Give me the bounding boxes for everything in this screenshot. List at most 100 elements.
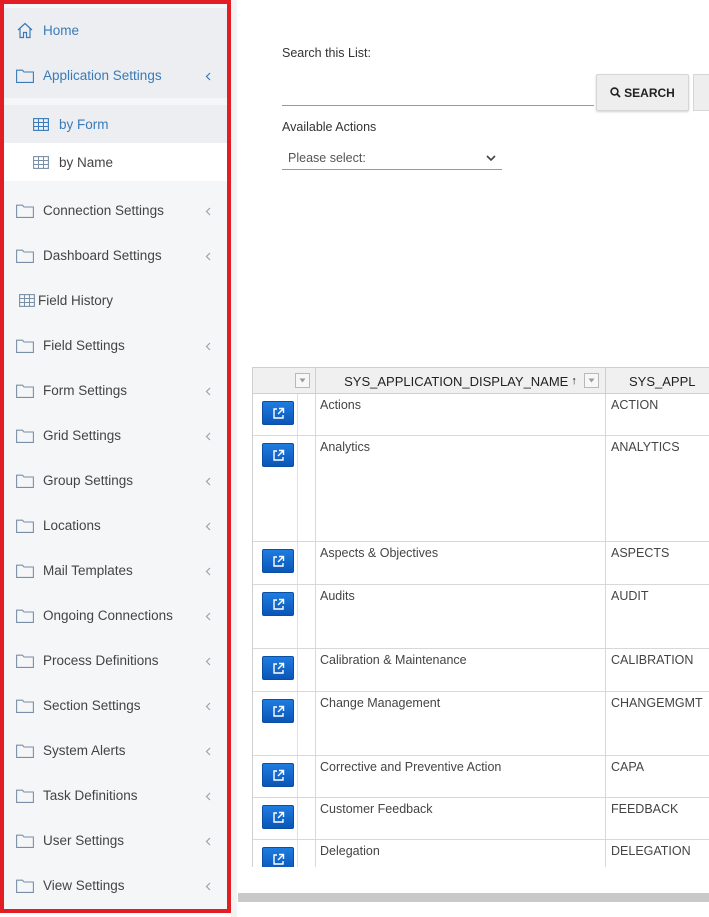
- chevron-left-icon: [203, 882, 213, 892]
- display-name-cell: Aspects & Objectives: [316, 542, 606, 584]
- folder-icon: [16, 67, 34, 85]
- sidebar-item-by-name[interactable]: by Name: [4, 143, 227, 181]
- sys-appl-cell: AUDIT: [611, 589, 649, 603]
- data-grid: SYS_APPLICATION_DISPLAY_NAME ↑ SYS_APPL …: [252, 367, 709, 867]
- open-record-button[interactable]: [262, 847, 294, 867]
- sys-appl-cell: ACTION: [611, 398, 659, 412]
- sidebar-item-connection-settings[interactable]: Connection Settings: [4, 188, 227, 233]
- display-name-cell: Actions: [316, 394, 606, 435]
- row-gutter-cell: [298, 840, 316, 867]
- open-record-button[interactable]: [262, 549, 294, 573]
- sidebar-item-label: by Name: [59, 154, 114, 170]
- sidebar-item-ongoing-connections[interactable]: Ongoing Connections: [4, 593, 227, 638]
- row-gutter-cell: [298, 394, 316, 435]
- sys-appl-cell: ASPECTS: [611, 546, 670, 560]
- chevron-left-icon: [203, 387, 213, 397]
- sidebar-item-grid-settings[interactable]: Grid Settings: [4, 413, 227, 458]
- sys-appl-cell: DELEGATION: [611, 844, 691, 858]
- sidebar-item-label: Field Settings: [43, 338, 125, 353]
- sidebar-item-label: View Settings: [43, 878, 125, 893]
- folder-icon: [16, 472, 34, 490]
- external-link-icon: [272, 449, 285, 462]
- row-action-cell: [253, 692, 298, 755]
- sidebar-item-group-settings[interactable]: Group Settings: [4, 458, 227, 503]
- horizontal-scrollbar[interactable]: [238, 893, 709, 902]
- row-gutter-cell: [298, 692, 316, 755]
- sidebar-item-locations[interactable]: Locations: [4, 503, 227, 548]
- open-record-button[interactable]: [262, 443, 294, 467]
- sidebar-item-label: Locations: [43, 518, 101, 533]
- external-link-icon: [272, 705, 285, 718]
- available-actions-value: Please select:: [288, 150, 366, 165]
- chevron-left-icon: [203, 657, 213, 667]
- search-input[interactable]: [282, 76, 594, 106]
- table-row: Corrective and Preventive Action CAPA: [253, 756, 709, 798]
- chevron-left-icon: [203, 342, 213, 352]
- filter-icon[interactable]: [295, 373, 310, 388]
- sidebar-item-field-settings[interactable]: Field Settings: [4, 323, 227, 368]
- row-action-cell: [253, 542, 298, 584]
- sidebar-item-label: Form Settings: [43, 383, 128, 398]
- search-button-label: SEARCH: [624, 85, 675, 100]
- folder-icon: [16, 247, 34, 265]
- sidebar-item-mail-templates[interactable]: Mail Templates: [4, 548, 227, 593]
- home-icon: [16, 22, 34, 40]
- display-name-cell: Delegation: [316, 840, 606, 867]
- chevron-left-icon: [203, 477, 213, 487]
- display-name-cell: Corrective and Preventive Action: [316, 756, 606, 797]
- open-record-button[interactable]: [262, 592, 294, 616]
- table-row: Customer Feedback FEEDBACK: [253, 798, 709, 840]
- sidebar-item-label: Task Definitions: [43, 788, 138, 803]
- row-gutter-cell: [298, 798, 316, 839]
- filter-icon[interactable]: [584, 373, 599, 388]
- search-button[interactable]: SEARCH: [596, 74, 689, 111]
- external-link-icon: [272, 811, 285, 824]
- sidebar-item-view-settings[interactable]: View Settings: [4, 863, 227, 908]
- available-actions-select[interactable]: Please select:: [282, 146, 502, 170]
- sidebar-item-task-definitions[interactable]: Task Definitions: [4, 773, 227, 818]
- open-record-button[interactable]: [262, 656, 294, 680]
- row-action-cell: [253, 394, 298, 435]
- external-link-icon: [272, 407, 285, 420]
- table-icon: [32, 153, 50, 171]
- header-label: SYS_APPLICATION_DISPLAY_NAME: [344, 373, 569, 389]
- sidebar-item-field-history[interactable]: Field History: [4, 278, 227, 323]
- sidebar-item-process-definitions[interactable]: Process Definitions: [4, 638, 227, 683]
- external-link-icon: [272, 662, 285, 675]
- chevron-down-icon: [486, 151, 496, 165]
- sidebar-item-by-form[interactable]: by Form: [4, 105, 227, 143]
- open-record-button[interactable]: [262, 805, 294, 829]
- sys-appl-cell: ANALYTICS: [611, 440, 680, 454]
- header-display-name[interactable]: SYS_APPLICATION_DISPLAY_NAME ↑: [316, 368, 606, 394]
- sidebar-item-label: Application Settings: [43, 68, 162, 83]
- sidebar-item-form-settings[interactable]: Form Settings: [4, 368, 227, 413]
- sidebar-item-dashboard-settings[interactable]: Dashboard Settings: [4, 233, 227, 278]
- open-record-button[interactable]: [262, 763, 294, 787]
- sys-appl-cell: FEEDBACK: [611, 802, 679, 816]
- toolbar-button-partial[interactable]: [693, 74, 709, 111]
- chevron-left-icon: [203, 522, 213, 532]
- grid-header: SYS_APPLICATION_DISPLAY_NAME ↑ SYS_APPL: [253, 367, 709, 394]
- sidebar-item-section-settings[interactable]: Section Settings: [4, 683, 227, 728]
- sidebar-item-home[interactable]: Home: [4, 8, 227, 53]
- sidebar-item-system-alerts[interactable]: System Alerts: [4, 728, 227, 773]
- header-action-column: [253, 368, 316, 394]
- chevron-left-icon: [203, 612, 213, 622]
- chevron-left-icon: [203, 432, 213, 442]
- open-record-button[interactable]: [262, 699, 294, 723]
- table-row: Calibration & Maintenance CALIBRATION: [253, 649, 709, 692]
- chevron-left-icon: [203, 567, 213, 577]
- header-sys-appl[interactable]: SYS_APPL: [606, 368, 709, 394]
- sidebar-item-label: Mail Templates: [43, 563, 133, 578]
- table-row: Actions ACTION: [253, 394, 709, 436]
- sidebar-item-label: Ongoing Connections: [43, 608, 173, 623]
- sidebar-item-application-settings[interactable]: Application Settings: [4, 53, 227, 98]
- sys-appl-cell: CALIBRATION: [611, 653, 694, 667]
- sidebar-item-user-settings[interactable]: User Settings: [4, 818, 227, 863]
- sys-appl-cell: CAPA: [611, 760, 645, 774]
- sidebar: Home Application Settings by Form by Nam…: [0, 0, 231, 913]
- open-record-button[interactable]: [262, 401, 294, 425]
- folder-icon: [16, 427, 34, 445]
- folder-icon: [16, 607, 34, 625]
- header-label: SYS_APPL: [629, 373, 696, 389]
